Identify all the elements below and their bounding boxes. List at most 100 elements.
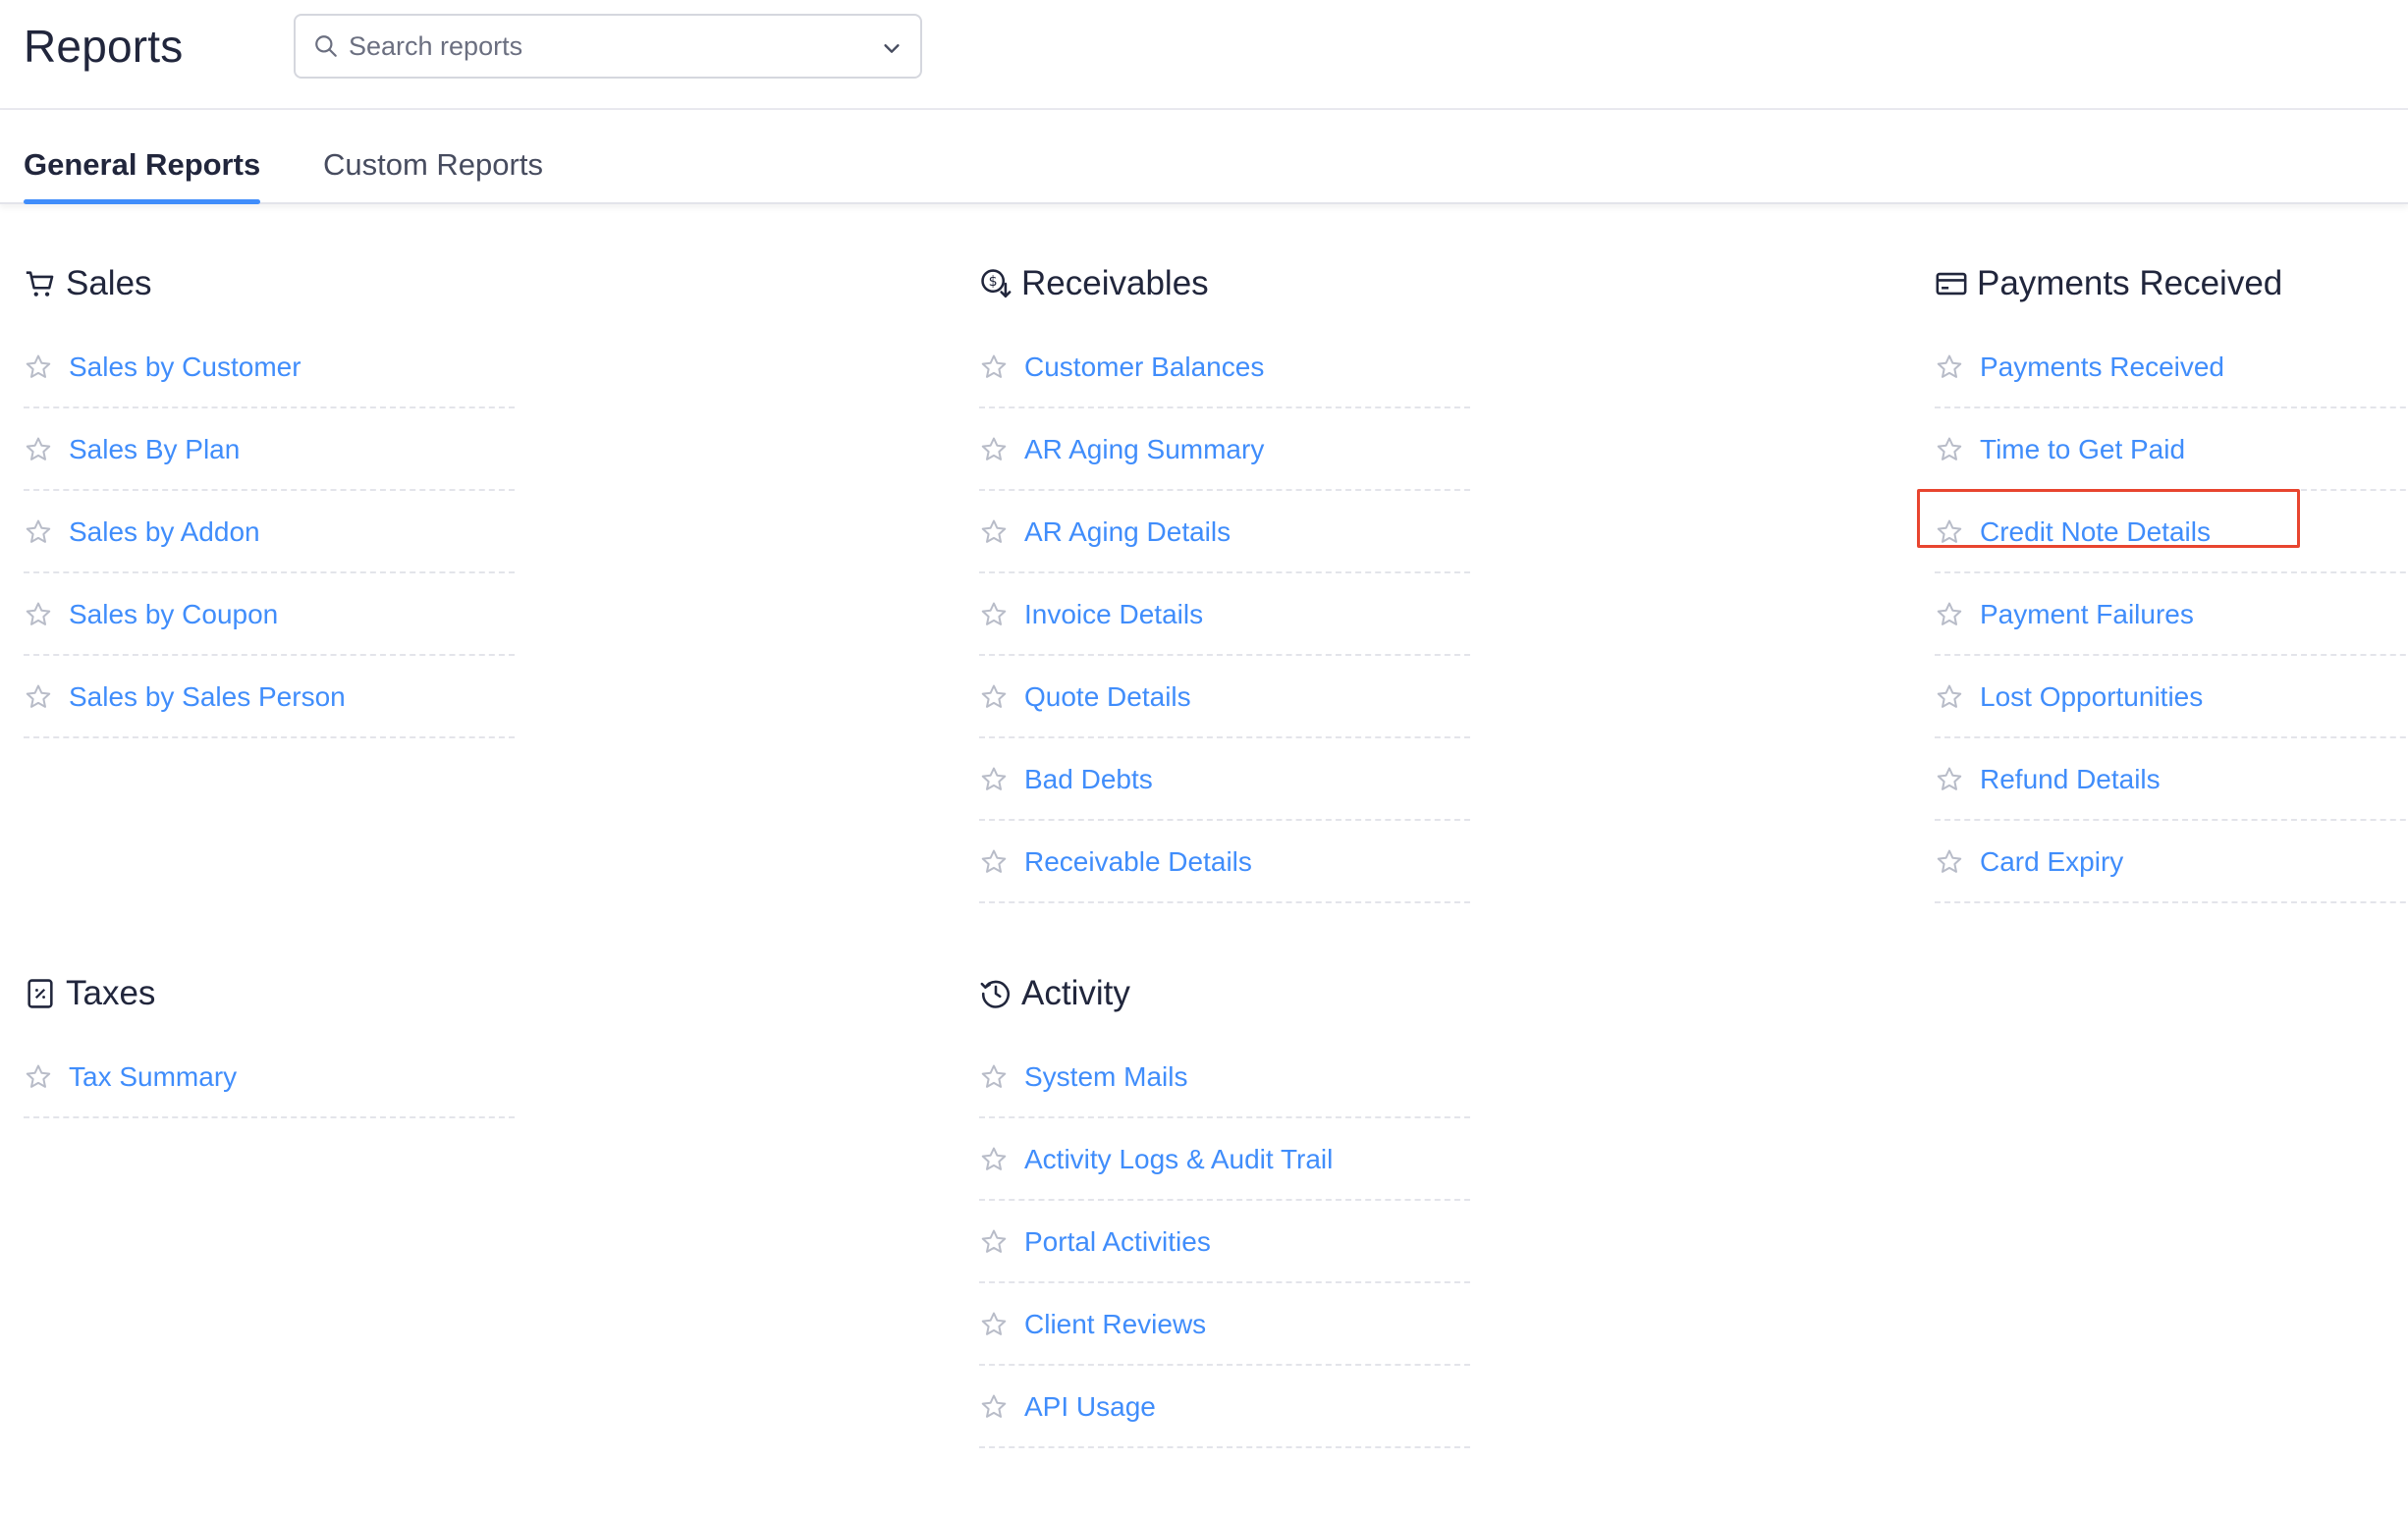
report-item[interactable]: Sales by Coupon — [24, 575, 515, 656]
report-link[interactable]: Tax Summary — [69, 1061, 237, 1093]
star-icon[interactable] — [24, 517, 53, 547]
report-link[interactable]: Receivable Details — [1024, 846, 1252, 878]
receivables-icon: $ — [981, 269, 1012, 298]
report-link[interactable]: Refund Details — [1980, 764, 2161, 795]
report-link[interactable]: AR Aging Summary — [1024, 434, 1264, 465]
report-link[interactable]: Bad Debts — [1024, 764, 1153, 795]
report-item[interactable]: Client Reviews — [979, 1285, 1470, 1366]
report-link[interactable]: Client Reviews — [1024, 1309, 1206, 1340]
section-title: Activity — [1021, 974, 1130, 1012]
report-item[interactable]: Time to Get Paid — [1935, 410, 2408, 491]
tax-icon — [27, 979, 53, 1008]
report-link[interactable]: AR Aging Details — [1024, 516, 1231, 548]
tab-general-reports[interactable]: General Reports — [24, 147, 261, 204]
report-item[interactable]: Sales by Customer — [24, 328, 515, 408]
star-icon[interactable] — [24, 352, 53, 382]
report-item[interactable]: Sales by Addon — [24, 493, 515, 573]
report-item[interactable]: Activity Logs & Audit Trail — [979, 1120, 1470, 1201]
report-item[interactable]: Sales by Sales Person — [24, 658, 515, 738]
star-icon[interactable] — [1935, 435, 1964, 464]
report-link[interactable]: Sales by Sales Person — [69, 681, 346, 713]
star-icon[interactable] — [979, 1310, 1009, 1339]
report-item[interactable]: Tax Summary — [24, 1038, 515, 1118]
star-icon[interactable] — [979, 517, 1009, 547]
section-heading: Activity — [979, 969, 1470, 1018]
report-link[interactable]: Lost Opportunities — [1980, 681, 2203, 713]
search-icon — [315, 35, 337, 57]
report-item[interactable]: Payments Received — [1935, 328, 2408, 408]
section-title: Sales — [66, 264, 152, 302]
report-tabs: General Reports Custom Reports — [0, 110, 2408, 204]
tab-custom-reports[interactable]: Custom Reports — [323, 147, 543, 183]
section-heading: Payments Received — [1935, 259, 2408, 308]
cart-icon — [26, 271, 54, 297]
report-item[interactable]: AR Aging Summary — [979, 410, 1470, 491]
star-icon[interactable] — [1935, 847, 1964, 877]
star-icon[interactable] — [979, 352, 1009, 382]
report-link[interactable]: Quote Details — [1024, 681, 1191, 713]
star-icon[interactable] — [24, 682, 53, 712]
report-item[interactable]: Sales By Plan — [24, 410, 515, 491]
star-icon[interactable] — [979, 847, 1009, 877]
star-icon[interactable] — [24, 1062, 53, 1092]
report-item[interactable]: Receivable Details — [979, 823, 1470, 903]
report-list: Tax Summary — [24, 1038, 515, 1118]
report-item[interactable]: Invoice Details — [979, 575, 1470, 656]
svg-text:$: $ — [989, 274, 998, 290]
report-item[interactable]: Lost Opportunities — [1935, 658, 2408, 738]
star-icon[interactable] — [979, 1227, 1009, 1257]
star-icon[interactable] — [24, 435, 53, 464]
report-link[interactable]: Sales By Plan — [69, 434, 240, 465]
report-item[interactable]: Refund Details — [1935, 740, 2408, 821]
search-input[interactable] — [347, 29, 861, 63]
star-icon[interactable] — [1935, 517, 1964, 547]
section-heading: Taxes — [24, 969, 515, 1018]
search-box[interactable] — [294, 14, 922, 79]
star-icon[interactable] — [24, 600, 53, 629]
section-heading: Sales — [24, 259, 515, 308]
section-taxes: Taxes Tax Summary — [24, 969, 515, 1120]
report-link[interactable]: Portal Activities — [1024, 1226, 1211, 1258]
report-link[interactable]: Sales by Addon — [69, 516, 260, 548]
star-icon[interactable] — [979, 1062, 1009, 1092]
report-item[interactable]: System Mails — [979, 1038, 1470, 1118]
chevron-down-icon[interactable] — [881, 37, 903, 59]
star-icon[interactable] — [979, 682, 1009, 712]
star-icon[interactable] — [1935, 765, 1964, 794]
star-icon[interactable] — [979, 765, 1009, 794]
section-title: Receivables — [1021, 264, 1209, 302]
report-link[interactable]: Payments Received — [1980, 352, 2224, 383]
report-list: System Mails Activity Logs & Audit Trail P… — [979, 1038, 1470, 1448]
report-link[interactable]: Sales by Coupon — [69, 599, 278, 630]
star-icon[interactable] — [1935, 352, 1964, 382]
report-item[interactable]: AR Aging Details — [979, 493, 1470, 573]
report-item[interactable]: Portal Activities — [979, 1203, 1470, 1283]
report-item[interactable]: Bad Debts — [979, 740, 1470, 821]
report-link[interactable]: Sales by Customer — [69, 352, 301, 383]
report-link[interactable]: Card Expiry — [1980, 846, 2123, 878]
report-link[interactable]: Payment Failures — [1980, 599, 2194, 630]
section-receivables: $ Receivables Customer Balances AR Aging … — [979, 259, 1470, 905]
report-item[interactable]: Quote Details — [979, 658, 1470, 738]
star-icon[interactable] — [979, 435, 1009, 464]
report-link[interactable]: System Mails — [1024, 1061, 1187, 1093]
page-header: Reports — [0, 0, 2408, 110]
report-link[interactable]: Time to Get Paid — [1980, 434, 2185, 465]
report-link[interactable]: Activity Logs & Audit Trail — [1024, 1144, 1333, 1175]
report-item[interactable]: API Usage — [979, 1368, 1470, 1448]
star-icon[interactable] — [979, 1145, 1009, 1174]
report-list: Sales by Customer Sales By Plan Sales by A… — [24, 328, 515, 738]
star-icon[interactable] — [1935, 682, 1964, 712]
star-icon[interactable] — [979, 600, 1009, 629]
report-item[interactable]: Payment Failures — [1935, 575, 2408, 656]
report-item[interactable]: Card Expiry — [1935, 823, 2408, 903]
report-link[interactable]: Credit Note Details — [1980, 516, 2211, 548]
report-item[interactable]: Customer Balances — [979, 328, 1470, 408]
report-link[interactable]: Customer Balances — [1024, 352, 1264, 383]
report-item[interactable]: Credit Note Details — [1935, 493, 2408, 573]
star-icon[interactable] — [1935, 600, 1964, 629]
star-icon[interactable] — [979, 1392, 1009, 1422]
section-title: Payments Received — [1977, 264, 2283, 302]
report-link[interactable]: API Usage — [1024, 1391, 1156, 1423]
report-link[interactable]: Invoice Details — [1024, 599, 1203, 630]
